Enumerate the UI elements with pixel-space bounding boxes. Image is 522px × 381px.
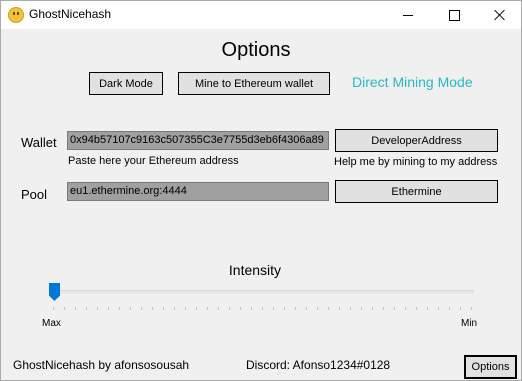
pool-address-input[interactable]: eu1.ethermine.org:4444 [67,182,329,201]
author-credit: GhostNicehash by afonsosousah [13,358,190,372]
intensity-slider-track[interactable] [51,290,474,294]
window-title: GhostNicehash [29,7,112,21]
pool-label: Pool [21,187,48,202]
wallet-label: Wallet [21,135,57,150]
mining-mode-label: Direct Mining Mode [352,74,473,90]
options-button[interactable]: Options [464,355,517,379]
mine-to-ethereum-button[interactable]: Mine to Ethereum wallet [178,72,330,95]
wallet-address-input[interactable]: 0x94b57107c9163c507355C3e7755d3eb6f4306a… [67,131,329,150]
minimize-icon [403,14,413,16]
intensity-slider-ticks [53,307,472,310]
maximize-button[interactable] [431,1,477,29]
wallet-hint: Paste here your Ethereum address [68,155,239,167]
intensity-slider-thumb[interactable] [49,283,60,301]
maximize-icon [448,9,460,21]
discord-contact: Discord: Afonso1234#0128 [246,358,391,372]
slider-min-label: Min [461,318,478,329]
app-logo-icon [8,7,24,23]
title-bar[interactable]: GhostNicehash [1,1,521,29]
close-button[interactable] [477,1,522,29]
dark-mode-button[interactable]: Dark Mode [89,72,163,95]
developer-address-button[interactable]: DeveloperAddress [335,129,498,152]
ethermine-button[interactable]: Ethermine [335,180,498,203]
page-title: Options [221,39,291,61]
close-icon [494,9,506,21]
app-window: GhostNicehash Options Dark Mode Mine to … [0,0,522,381]
slider-max-label: Max [42,318,61,329]
minimize-button[interactable] [385,1,431,29]
developer-hint: Help me by mining to my address [334,156,498,168]
intensity-label: Intensity [228,262,282,278]
